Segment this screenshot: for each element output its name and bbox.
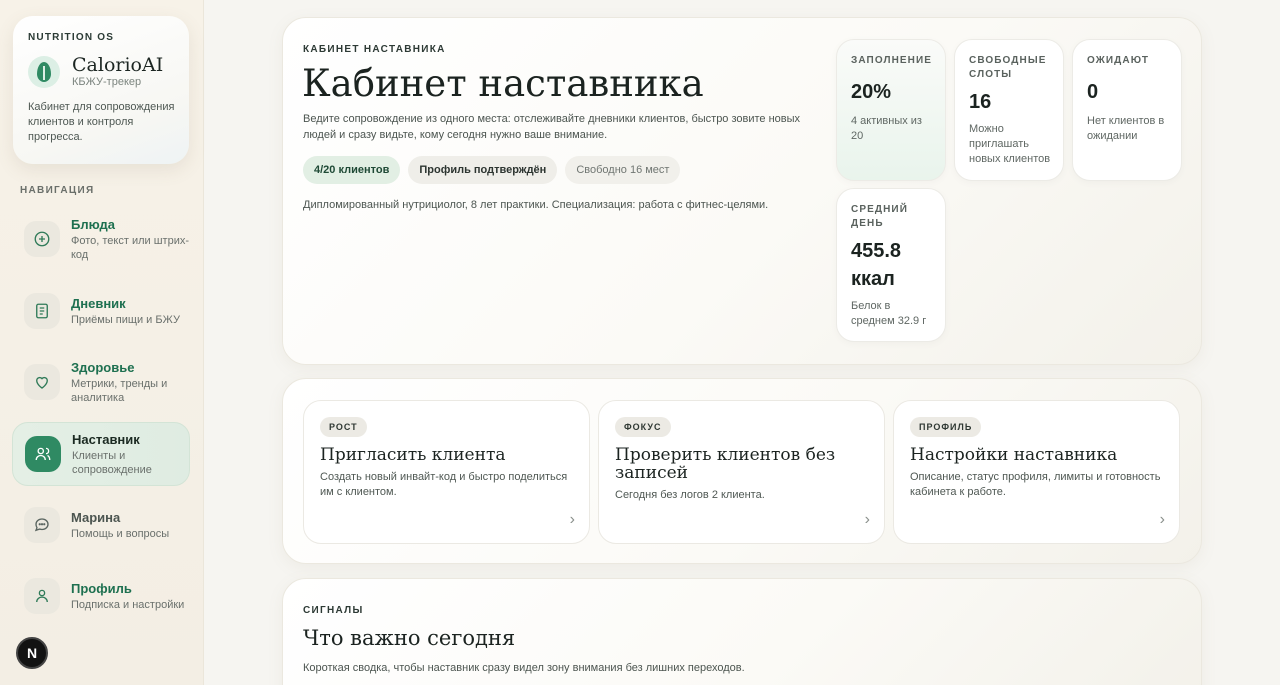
stat-note: 4 активных из 20 <box>851 115 922 142</box>
user-icon <box>24 578 60 614</box>
stat-note: Можно приглашать новых клиентов <box>969 123 1051 165</box>
chevron-right-icon: › <box>569 511 575 528</box>
brand-kicker: NUTRITION OS <box>28 32 115 43</box>
stat-label: СРЕДНИЙ ДЕНЬ <box>851 204 908 229</box>
plus-circle-icon <box>24 221 60 257</box>
signals-kicker: СИГНАЛЫ <box>303 605 364 616</box>
stat-value: 16 <box>969 91 992 113</box>
profile-verified-chip: Профиль подтверждён <box>408 156 558 184</box>
mentor-hero-card: КАБИНЕТ НАСТАВНИКА Кабинет наставника Ве… <box>282 17 1202 365</box>
sidebar-item-subtitle: Приёмы пищи и БЖУ <box>71 313 180 326</box>
free-slots-chip: Свободно 16 мест <box>565 156 681 184</box>
leaf-logo-icon <box>28 55 60 88</box>
signals-title: Что важно сегодня <box>303 626 516 650</box>
stat-fill-rate: ЗАПОЛНЕНИЕ 20% 4 активных из 20 <box>836 39 946 181</box>
sidebar-item-subtitle: Подписка и настройки <box>71 598 185 611</box>
stat-average-day: СРЕДНИЙ ДЕНЬ 455.8 ккал Белок в среднем … <box>836 188 946 342</box>
page-title: Кабинет наставника <box>302 62 704 105</box>
sidebar-item-title: Дневник <box>71 295 126 311</box>
book-icon <box>24 293 60 329</box>
brand-card: NUTRITION OS CalorioAI КБЖУ-трекер Кабин… <box>13 16 189 164</box>
stat-value: 20% <box>851 81 892 103</box>
nav-label: НАВИГАЦИЯ <box>20 185 95 196</box>
sidebar: NUTRITION OS CalorioAI КБЖУ-трекер Кабин… <box>0 0 204 685</box>
sidebar-item-title: Профиль <box>71 580 132 596</box>
dev-badge-avatar[interactable]: N <box>16 637 48 669</box>
invite-client-action[interactable]: РОСТ Пригласить клиента Создать новый ин… <box>303 400 590 544</box>
sidebar-item-title: Блюда <box>71 216 116 232</box>
sidebar-item-subtitle: Клиенты и сопровождение <box>72 449 152 476</box>
stat-value: 455.8 ккал <box>851 240 902 290</box>
signals-card: СИГНАЛЫ Что важно сегодня Короткая сводк… <box>282 578 1202 685</box>
sidebar-item-subtitle: Метрики, тренды и аналитика <box>71 377 168 404</box>
sidebar-item-profile[interactable]: Профиль Подписка и настройки <box>12 564 190 628</box>
stat-waiting: ОЖИДАЮТ 0 Нет клиентов в ожидании <box>1072 39 1182 181</box>
stat-note: Нет клиентов в ожидании <box>1087 115 1165 142</box>
sidebar-item-title: Марина <box>71 509 121 525</box>
chat-icon <box>24 507 60 543</box>
mentor-settings-action[interactable]: ПРОФИЛЬ Настройки наставника Описание, с… <box>893 400 1180 544</box>
sidebar-item-dishes[interactable]: Блюда Фото, текст или штрих-код <box>12 207 190 271</box>
mentor-bio: Дипломированный нутрициолог, 8 лет практ… <box>303 199 769 211</box>
hero-chips: 4/20 клиентов Профиль подтверждён Свобод… <box>303 156 681 184</box>
sidebar-item-marina[interactable]: Марина Помощь и вопросы <box>12 493 190 557</box>
stat-label: СВОБОДНЫЕ СЛОТЫ <box>969 55 1047 80</box>
chevron-right-icon: › <box>864 511 870 528</box>
clients-count-chip: 4/20 клиентов <box>303 156 401 184</box>
brand-name-block: CalorioAI КБЖУ-трекер <box>72 55 163 88</box>
sidebar-item-subtitle: Фото, текст или штрих-код <box>71 234 189 261</box>
action-title: Настройки наставника <box>910 445 1118 465</box>
sidebar-item-title: Здоровье <box>71 359 135 375</box>
sidebar-item-health[interactable]: Здоровье Метрики, тренды и аналитика <box>12 350 190 414</box>
stat-value: 0 <box>1087 81 1099 103</box>
action-badge: ФОКУС <box>615 417 671 437</box>
sidebar-item-title: Наставник <box>72 431 140 447</box>
action-description: Сегодня без логов 2 клиента. <box>615 489 765 501</box>
action-description: Описание, статус профиля, лимиты и готов… <box>910 471 1161 498</box>
heart-icon <box>24 364 60 400</box>
stat-free-slots: СВОБОДНЫЕ СЛОТЫ 16 Можно приглашать новы… <box>954 39 1064 181</box>
quick-actions-card: РОСТ Пригласить клиента Создать новый ин… <box>282 378 1202 564</box>
stat-note: Белок в среднем 32.9 г <box>851 300 927 327</box>
hero-kicker: КАБИНЕТ НАСТАВНИКА <box>303 44 446 55</box>
action-badge: РОСТ <box>320 417 367 437</box>
brand-description: Кабинет для сопровождения клиентов и кон… <box>28 101 175 143</box>
action-title: Пригласить клиента <box>320 445 506 465</box>
signals-description: Короткая сводка, чтобы наставник сразу в… <box>303 662 745 674</box>
brand-subtitle: КБЖУ-трекер <box>72 76 142 88</box>
action-title: Проверить клиентов без записей <box>615 445 836 483</box>
sidebar-item-diary[interactable]: Дневник Приёмы пищи и БЖУ <box>12 279 190 343</box>
users-icon <box>25 436 61 472</box>
sidebar-item-mentor[interactable]: Наставник Клиенты и сопровождение <box>12 422 190 486</box>
stat-label: ЗАПОЛНЕНИЕ <box>851 55 933 66</box>
hero-description: Ведите сопровождение из одного места: от… <box>303 113 801 141</box>
brand-name: CalorioAI <box>72 54 164 76</box>
sidebar-item-subtitle: Помощь и вопросы <box>71 527 170 540</box>
check-clients-action[interactable]: ФОКУС Проверить клиентов без записей Сег… <box>598 400 885 544</box>
chevron-right-icon: › <box>1159 511 1165 528</box>
stat-label: ОЖИДАЮТ <box>1087 55 1150 66</box>
action-badge: ПРОФИЛЬ <box>910 417 982 437</box>
action-description: Создать новый инвайт-код и быстро подели… <box>320 471 568 498</box>
brand-row: CalorioAI КБЖУ-трекер <box>28 55 175 88</box>
